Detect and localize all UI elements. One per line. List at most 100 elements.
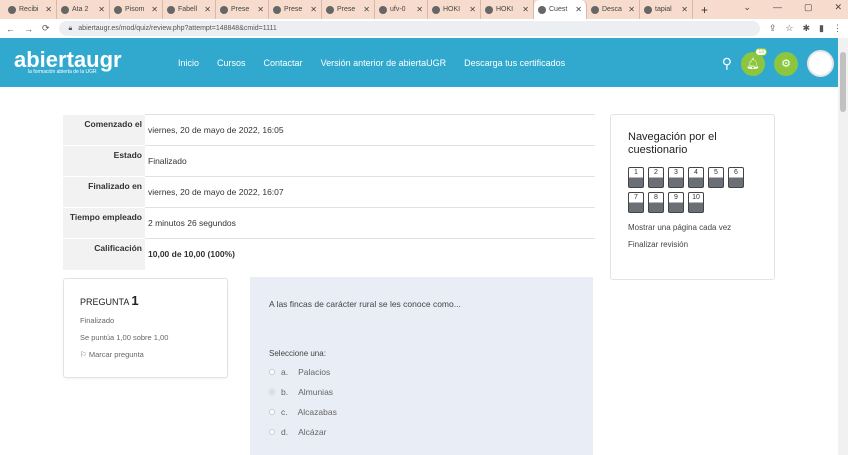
notification-badge: 13 [755, 47, 767, 56]
address-bar-row: ← → ⟳ 🔒︎ abiertaugr.es/mod/quiz/review.ph… [0, 19, 848, 38]
browser-tab[interactable]: ufv-0 ✕ [375, 0, 428, 19]
quiz-nav-button[interactable]: 3 [668, 167, 684, 188]
browser-tab[interactable]: Cuest ✕ [534, 0, 587, 19]
question-info: PREGUNTA 1 Finalizado Se puntúa 1,00 sob… [63, 278, 228, 378]
answer-radio[interactable] [269, 369, 275, 375]
summary-value: viernes, 20 de mayo de 2022, 16:07 [145, 176, 595, 208]
flag-question-link[interactable]: ⚐ Marcar pregunta [80, 350, 211, 359]
answer-radio[interactable] [269, 409, 275, 415]
share-icon[interactable]: ⇪ [769, 23, 777, 34]
quiz-nav-button[interactable]: 8 [648, 192, 664, 213]
close-tab-icon[interactable]: ✕ [257, 5, 264, 14]
nav-certificados[interactable]: Descarga tus certificados [464, 58, 565, 68]
summary-value: 2 minutos 26 segundos [145, 207, 595, 239]
close-tab-icon[interactable]: ✕ [575, 5, 582, 14]
quiz-nav-button[interactable]: 4 [688, 167, 704, 188]
browser-tab[interactable]: tapial ✕ [640, 0, 693, 19]
star-icon[interactable]: ☆ [785, 23, 793, 34]
summary-row: Finalizado en viernes, 20 de mayo de 2022… [63, 176, 595, 208]
site-header: abiertaugr la formación abierta de la UGR… [0, 38, 838, 87]
url-input[interactable]: 🔒︎ abiertaugr.es/mod/quiz/review.php?atte… [58, 21, 760, 36]
browser-tab[interactable]: HOKI ✕ [428, 0, 481, 19]
browser-tab[interactable]: Fabell ✕ [163, 0, 216, 19]
close-tab-icon[interactable]: ✕ [681, 5, 688, 14]
answer-option[interactable]: a. Palacios [269, 362, 574, 382]
minimize-icon[interactable]: — [773, 2, 782, 13]
favicon-icon [591, 5, 599, 14]
close-tab-icon[interactable]: ✕ [204, 5, 211, 14]
browser-tab[interactable]: Recibi ✕ [4, 0, 57, 19]
quiz-nav-button[interactable]: 2 [648, 167, 664, 188]
favicon-icon [379, 5, 387, 14]
answer-option[interactable]: c. Alcazabas [269, 402, 574, 422]
quiz-nav-button[interactable]: 10 [688, 192, 704, 213]
page-scrollbar[interactable] [838, 38, 848, 455]
quiz-nav-button[interactable]: 5 [708, 167, 724, 188]
attempt-summary-table: Comenzado el viernes, 20 de mayo de 2022,… [63, 114, 595, 270]
summary-value: 10,00 de 10,00 (100%) [145, 238, 595, 270]
quiz-navigation: Navegación por el cuestionario 123456 789… [610, 114, 775, 280]
browser-tab[interactable]: HOKI ✕ [481, 0, 534, 19]
scrollbar-thumb[interactable] [840, 52, 846, 112]
close-tab-icon[interactable]: ✕ [363, 5, 370, 14]
summary-row: Estado Finalizado [63, 145, 595, 177]
browser-tab[interactable]: Prese ✕ [216, 0, 269, 19]
close-tab-icon[interactable]: ✕ [628, 5, 635, 14]
sidebar-icon[interactable]: ▮ [819, 23, 824, 34]
avatar[interactable] [807, 50, 834, 77]
menu-icon[interactable]: ⋮ [833, 23, 842, 34]
finish-review-link[interactable]: Finalizar revisión [628, 240, 757, 249]
extensions-icon[interactable]: ✱ [803, 23, 811, 34]
quiz-nav-button[interactable]: 1 [628, 167, 644, 188]
favicon-icon [220, 5, 228, 14]
quiz-nav-button[interactable]: 9 [668, 192, 684, 213]
tab-search-icon[interactable]: ⌄ [743, 2, 751, 13]
close-tab-icon[interactable]: ✕ [469, 5, 476, 14]
show-one-page-link[interactable]: Mostrar una página cada vez [628, 223, 757, 232]
reload-icon[interactable]: ⟳ [42, 23, 50, 34]
gear-icon: ⚙ [781, 58, 791, 70]
site-logo[interactable]: abiertaugr la formación abierta de la UGR [14, 48, 164, 75]
nav-inicio[interactable]: Inicio [178, 58, 199, 68]
notifications-button[interactable]: 🔔︎ 13 [741, 47, 767, 76]
browser-tab[interactable]: Prese ✕ [269, 0, 322, 19]
answer-option[interactable]: d. Alcázar [269, 422, 574, 442]
favicon-icon [432, 5, 440, 14]
close-tab-icon[interactable]: ✕ [416, 5, 423, 14]
close-tab-icon[interactable]: ✕ [310, 5, 317, 14]
answer-prompt: Seleccione una: [269, 349, 326, 358]
favicon-icon [167, 5, 175, 14]
new-tab-icon[interactable]: + [701, 3, 708, 17]
maximize-icon[interactable]: ▢ [804, 2, 813, 13]
quiz-nav-button[interactable]: 6 [728, 167, 744, 188]
question-text: A las fincas de carácter rural se les co… [269, 299, 461, 309]
forward-icon[interactable]: → [24, 24, 33, 34]
answer-radio[interactable] [269, 389, 275, 395]
question-state: Finalizado [80, 316, 115, 325]
close-tab-icon[interactable]: ✕ [151, 5, 158, 14]
search-icon[interactable]: ⚲ [722, 55, 732, 72]
header-actions: ⚲ 🔔︎ 13 ⚙ [722, 47, 834, 77]
flag-icon: ⚐ [80, 350, 87, 359]
favicon-icon [8, 5, 16, 14]
favicon-icon [644, 5, 652, 14]
browser-tab-bar: Recibi ✕ Ata 2 ✕ Pisom ✕ Fabell ✕ Prese ✕ Prese ✕ Pr… [0, 0, 848, 19]
browser-tab[interactable]: Ata 2 ✕ [57, 0, 110, 19]
answer-radio[interactable] [269, 429, 275, 435]
favicon-icon [114, 5, 122, 14]
back-icon[interactable]: ← [6, 24, 15, 34]
nav-cursos[interactable]: Cursos [217, 58, 246, 68]
quiz-nav-button[interactable]: 7 [628, 192, 644, 213]
nav-contactar[interactable]: Contactar [264, 58, 303, 68]
main-nav: Inicio Cursos Contactar Versión anterior… [178, 58, 565, 68]
browser-tab[interactable]: Prese ✕ [322, 0, 375, 19]
browser-tab[interactable]: Desca ✕ [587, 0, 640, 19]
settings-button[interactable]: ⚙ [774, 51, 798, 76]
answer-option[interactable]: b. Almunias [269, 382, 574, 402]
nav-version-anterior[interactable]: Versión anterior de abiertaUGR [321, 58, 447, 68]
close-tab-icon[interactable]: ✕ [45, 5, 52, 14]
browser-tab[interactable]: Pisom ✕ [110, 0, 163, 19]
close-tab-icon[interactable]: ✕ [98, 5, 105, 14]
close-window-icon[interactable]: ✕ [834, 2, 842, 13]
close-tab-icon[interactable]: ✕ [522, 5, 529, 14]
